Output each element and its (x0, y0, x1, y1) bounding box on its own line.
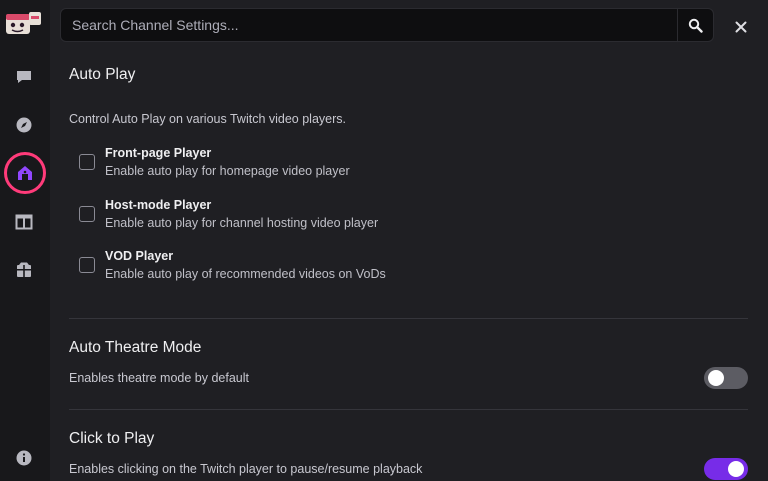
search-bar (60, 8, 714, 42)
close-button[interactable] (730, 16, 752, 38)
auto-theatre-description: Enables theatre mode by default (69, 371, 249, 385)
auto-theatre-title: Auto Theatre Mode (69, 339, 202, 356)
close-icon (735, 21, 747, 33)
app-logo[interactable] (3, 8, 43, 38)
settings-window: Auto Play Control Auto Play on various T… (0, 0, 768, 481)
sidebar-item-addons[interactable] (7, 253, 41, 287)
click-to-play-toggle[interactable] (704, 458, 748, 480)
sidebar-item-layout[interactable] (7, 205, 41, 239)
sidebar-item-explore[interactable] (7, 108, 41, 142)
sidebar-item-chat[interactable] (7, 60, 41, 94)
option-front-page-player: Front-page Player Enable auto play for h… (79, 146, 679, 186)
sidebar (0, 0, 50, 481)
sidebar-item-channel[interactable] (4, 152, 46, 194)
click-to-play-description: Enables clicking on the Twitch player to… (69, 462, 423, 476)
package-icon (17, 262, 31, 277)
section-divider (69, 318, 748, 319)
toggle-knob (728, 461, 744, 477)
chat-icon (17, 71, 31, 83)
search-icon (688, 18, 703, 33)
logo-icon (6, 12, 41, 34)
layout-icon (15, 214, 33, 230)
auto-theatre-toggle[interactable] (704, 367, 748, 389)
option-vod-player: VOD Player Enable auto play of recommend… (79, 249, 679, 289)
home-icon (18, 166, 32, 180)
option-title: VOD Player (105, 249, 174, 263)
option-subtitle: Enable auto play of recommended videos o… (105, 267, 386, 281)
vod-player-checkbox[interactable] (79, 257, 95, 273)
sidebar-item-info[interactable] (7, 441, 41, 475)
auto-play-title: Auto Play (69, 66, 136, 83)
toggle-knob (708, 370, 724, 386)
front-page-player-checkbox[interactable] (79, 154, 95, 170)
host-mode-player-checkbox[interactable] (79, 206, 95, 222)
option-subtitle: Enable auto play for homepage video play… (105, 164, 350, 178)
option-subtitle: Enable auto play for channel hosting vid… (105, 216, 379, 230)
option-host-mode-player: Host-mode Player Enable auto play for ch… (79, 198, 679, 238)
search-button[interactable] (677, 9, 713, 41)
info-icon (16, 450, 32, 466)
search-input[interactable] (61, 9, 677, 41)
compass-icon (16, 117, 32, 133)
click-to-play-title: Click to Play (69, 430, 155, 447)
auto-play-description: Control Auto Play on various Twitch vide… (69, 112, 346, 126)
option-title: Host-mode Player (105, 198, 212, 212)
option-title: Front-page Player (105, 146, 212, 160)
section-divider (69, 409, 748, 410)
